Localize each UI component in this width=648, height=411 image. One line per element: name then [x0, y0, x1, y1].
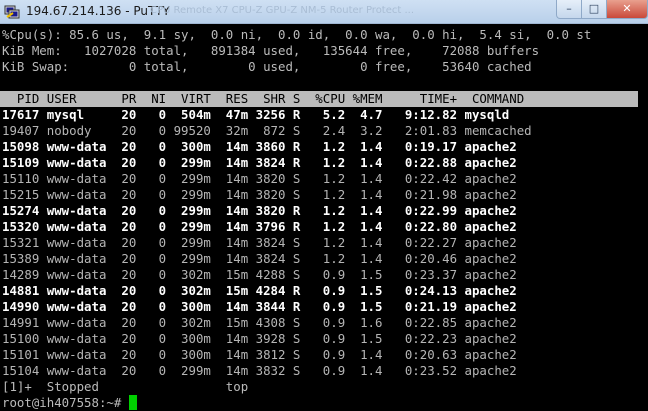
process-row: 15215 www-data 20 0 299m 14m 3820 S 1.2 …	[2, 187, 517, 202]
process-row: 15100 www-data 20 0 300m 14m 3928 S 0.9 …	[2, 331, 517, 346]
process-row: 19407 nobody 20 0 99520 32m 872 S 2.4 3.…	[2, 123, 532, 138]
process-row: 15109 www-data 20 0 299m 14m 3824 R 1.2 …	[2, 155, 517, 170]
process-row: 15098 www-data 20 0 300m 14m 3860 R 1.2 …	[2, 139, 517, 154]
terminal-area[interactable]: %Cpu(s): 85.6 us, 9.1 sy, 0.0 ni, 0.0 id…	[0, 24, 648, 411]
process-row: 15320 www-data 20 0 299m 14m 3796 R 1.2 …	[2, 219, 517, 234]
process-row: 14990 www-data 20 0 300m 14m 3844 R 0.9 …	[2, 299, 517, 314]
process-row: 15110 www-data 20 0 299m 14m 3820 S 1.2 …	[2, 171, 517, 186]
process-row: 15274 www-data 20 0 299m 14m 3820 R 1.2 …	[2, 203, 517, 218]
window-title-ghost-text: CPU Remote X7 CPU-Z GPU-Z NM-5 Router Pr…	[150, 5, 415, 16]
process-table-header: PID USER PR NI VIRT RES SHR S %CPU %MEM …	[0, 91, 638, 107]
terminal-cursor	[128, 395, 137, 410]
shell-prompt-line[interactable]: root@ih407558:~#	[2, 395, 648, 411]
process-row: 15321 www-data 20 0 299m 14m 3824 S 1.2 …	[2, 235, 517, 250]
cpu-summary-line: %Cpu(s): 85.6 us, 9.1 sy, 0.0 ni, 0.0 id…	[2, 27, 592, 42]
process-row: 14881 www-data 20 0 302m 15m 4284 R 0.9 …	[2, 283, 517, 298]
maximize-button[interactable]: □	[581, 0, 607, 19]
mem-summary-line: KiB Mem: 1027028 total, 891384 used, 135…	[2, 43, 540, 58]
window-title: 194.67.214.136 - PuTTY	[26, 4, 170, 18]
terminal-scrollbar[interactable]	[638, 24, 648, 411]
putty-icon	[4, 5, 20, 19]
minimize-button[interactable]: –	[556, 0, 582, 19]
window-titlebar[interactable]: 194.67.214.136 - PuTTY CPU Remote X7 CPU…	[0, 0, 648, 24]
process-table-body: 17617 mysql 20 0 504m 47m 3256 R 5.2 4.7…	[2, 107, 648, 379]
process-row: 15104 www-data 20 0 299m 14m 3832 S 0.9 …	[2, 363, 517, 378]
swap-summary-line: KiB Swap: 0 total, 0 used, 0 free, 53640…	[2, 59, 532, 74]
process-row: 15101 www-data 20 0 300m 14m 3812 S 0.9 …	[2, 347, 517, 362]
close-button[interactable]: ✕	[606, 0, 648, 19]
job-status-line: [1]+ Stopped top	[2, 379, 249, 394]
process-row: 15389 www-data 20 0 299m 14m 3824 S 1.2 …	[2, 251, 517, 266]
process-row: 14289 www-data 20 0 302m 15m 4288 S 0.9 …	[2, 267, 517, 282]
shell-prompt: root@ih407558:~#	[2, 395, 129, 410]
process-row: 17617 mysql 20 0 504m 47m 3256 R 5.2 4.7…	[2, 107, 510, 122]
process-row: 14991 www-data 20 0 302m 15m 4308 S 0.9 …	[2, 315, 517, 330]
